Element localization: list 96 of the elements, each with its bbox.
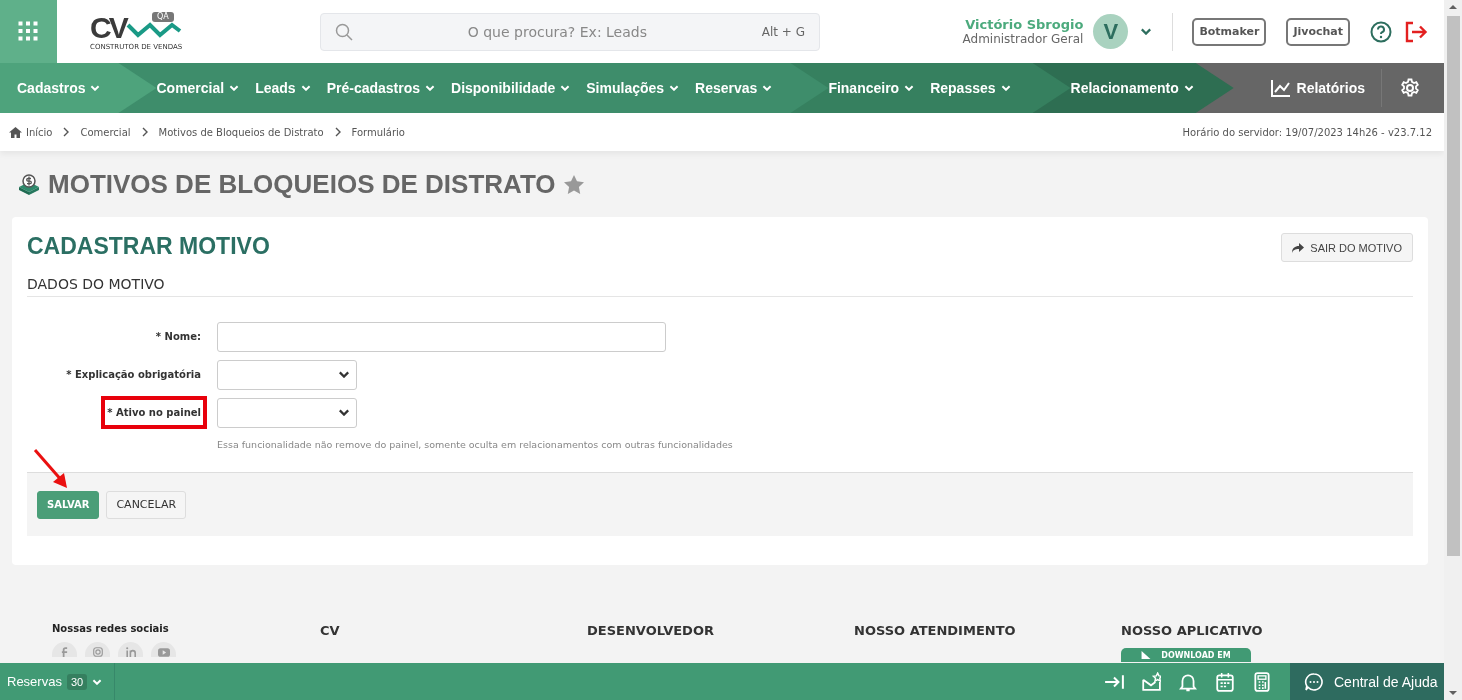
logout-button[interactable] [1404, 20, 1428, 43]
nav-menu-item[interactable]: Pré-cadastros [326, 80, 436, 96]
youtube-icon [157, 648, 170, 657]
page-title: MOTIVOS DE BLOQUEIOS DE DISTRATO [48, 168, 556, 200]
dropdown-field[interactable] [217, 397, 357, 428]
chevron-down-icon [669, 85, 680, 91]
exit-button[interactable]: SAIR DO MOTIVO [1281, 233, 1413, 262]
highlighted-field-label: * Ativo no painel [101, 396, 207, 429]
logo-wave-icon [126, 20, 182, 39]
grid-icon [17, 20, 40, 43]
reservations-toggle[interactable]: Reservas 30 [0, 663, 116, 700]
user-role: Administrador Geral [962, 31, 1084, 47]
field-label: * Explicação obrigatória [65, 368, 202, 382]
chevron-down-icon [92, 678, 103, 685]
text-field[interactable] [217, 321, 666, 352]
chevron-down-icon [425, 85, 436, 91]
section-heading: DADOS DO MOTIVO [27, 276, 1413, 297]
favorite-star-icon[interactable] [563, 174, 584, 194]
badge-text: DOWNLOAD EM [1161, 650, 1231, 660]
footer-heading: NOSSO ATENDIMENTO [854, 623, 1017, 638]
header-button[interactable]: Botmaker [1192, 17, 1267, 46]
help-button[interactable] [1370, 20, 1392, 43]
nav-menu-item[interactable]: Comercial [156, 80, 240, 96]
logo-text: CV [90, 12, 126, 43]
logo-badge: QA [152, 11, 174, 22]
breadcrumb-link[interactable]: Início [9, 126, 53, 138]
nav-menu-item[interactable]: Reservas [695, 80, 773, 96]
home-icon [9, 126, 22, 138]
footer-heading: CV [320, 623, 341, 638]
field-label: * Nome: [154, 330, 202, 344]
chevron-down-icon [560, 85, 571, 91]
breadcrumb-link[interactable]: Motivos de Bloqueios de Distrato [158, 126, 324, 138]
help-text: Essa funcionalidade não remove do painel, somente oculta em relacionamentos com outras funcionalidades [217, 439, 734, 450]
nav-menu-item[interactable]: Leads [255, 80, 311, 96]
mail-star-icon [1141, 671, 1161, 692]
toolbar-button[interactable] [1215, 671, 1235, 692]
logout-icon [1404, 20, 1428, 43]
facebook-icon [61, 647, 68, 657]
breadcrumb-link[interactable]: Formulário [351, 126, 405, 138]
chevron-right-icon [333, 127, 342, 137]
app-store-badge[interactable]: DOWNLOAD EM [1121, 648, 1251, 662]
help-icon [1370, 20, 1392, 43]
settings-icon [1400, 78, 1420, 98]
user-name: Victório Sbrogio [965, 16, 1084, 32]
chevron-down-icon [90, 85, 101, 91]
chevron-down-icon [904, 85, 915, 91]
server-time: Horário do servidor: 19/07/2023 14h26 - v23.7.12 [1182, 126, 1432, 138]
chevron-right-icon [62, 127, 71, 137]
nav-menu-item[interactable]: Disponibilidade [451, 80, 571, 96]
search-placeholder: O que procura? Ex: Leads [466, 23, 648, 40]
instagram-icon [92, 647, 103, 657]
money-box-icon [18, 173, 40, 195]
social-link[interactable] [151, 642, 176, 657]
header-button[interactable]: Jivochat [1286, 17, 1350, 46]
dropdown-field[interactable] [217, 359, 357, 390]
line-chart-icon [1270, 79, 1291, 97]
calculator-icon [1252, 671, 1272, 692]
nav-menu-item[interactable]: Repasses [930, 80, 1011, 96]
toolbar-button[interactable] [1252, 671, 1272, 692]
chevron-down-icon [300, 85, 311, 91]
social-link[interactable] [85, 642, 110, 657]
nav-menu-item[interactable]: Financeiro [828, 80, 915, 96]
cancel-button[interactable]: CANCELAR [106, 490, 187, 519]
breadcrumb-link[interactable]: Comercial [80, 126, 131, 138]
chat-icon [1304, 671, 1324, 692]
search-field[interactable]: O que procura? Ex: Leads Alt + G [320, 12, 820, 51]
social-link[interactable] [118, 642, 143, 657]
chevron-down-icon[interactable] [1140, 28, 1153, 35]
nav-menu-item[interactable]: Relacionamento [1070, 80, 1194, 96]
chevron-right-icon [140, 127, 149, 137]
share-arrow-icon [1292, 242, 1305, 253]
nav-menu-item[interactable]: Simulações [586, 80, 680, 96]
save-button[interactable]: SALVAR [37, 490, 100, 519]
form-title: CADASTRAR MOTIVO [27, 233, 270, 260]
nav-menu-item[interactable]: Cadastros [17, 80, 101, 96]
social-link[interactable] [52, 642, 77, 657]
avatar[interactable]: V [1093, 14, 1129, 49]
linkedin-icon [125, 647, 136, 657]
chevron-down-icon [338, 409, 350, 416]
chevron-down-icon [229, 85, 240, 91]
chevron-down-icon [338, 371, 350, 378]
chevron-down-icon [1183, 85, 1194, 91]
footer-heading: DESENVOLVEDOR [587, 623, 715, 638]
search-icon [335, 22, 353, 41]
triangle-icon [1141, 651, 1152, 659]
toolbar-button[interactable] [1141, 671, 1161, 692]
apps-menu-button[interactable] [0, 0, 57, 63]
calendar-icon [1215, 671, 1235, 692]
help-center-button[interactable]: Central de Ajuda [1290, 663, 1444, 700]
social-heading: Nossas redes sociais [52, 623, 170, 634]
footer-heading: NOSSO APLICATIVO [1121, 623, 1264, 638]
chevron-down-icon [762, 85, 773, 91]
keyboard-shortcut: Alt + G [761, 24, 805, 39]
count-badge: 30 [66, 673, 88, 690]
chevron-down-icon [1000, 85, 1011, 91]
reports-link[interactable]: Relatórios [1270, 63, 1381, 113]
